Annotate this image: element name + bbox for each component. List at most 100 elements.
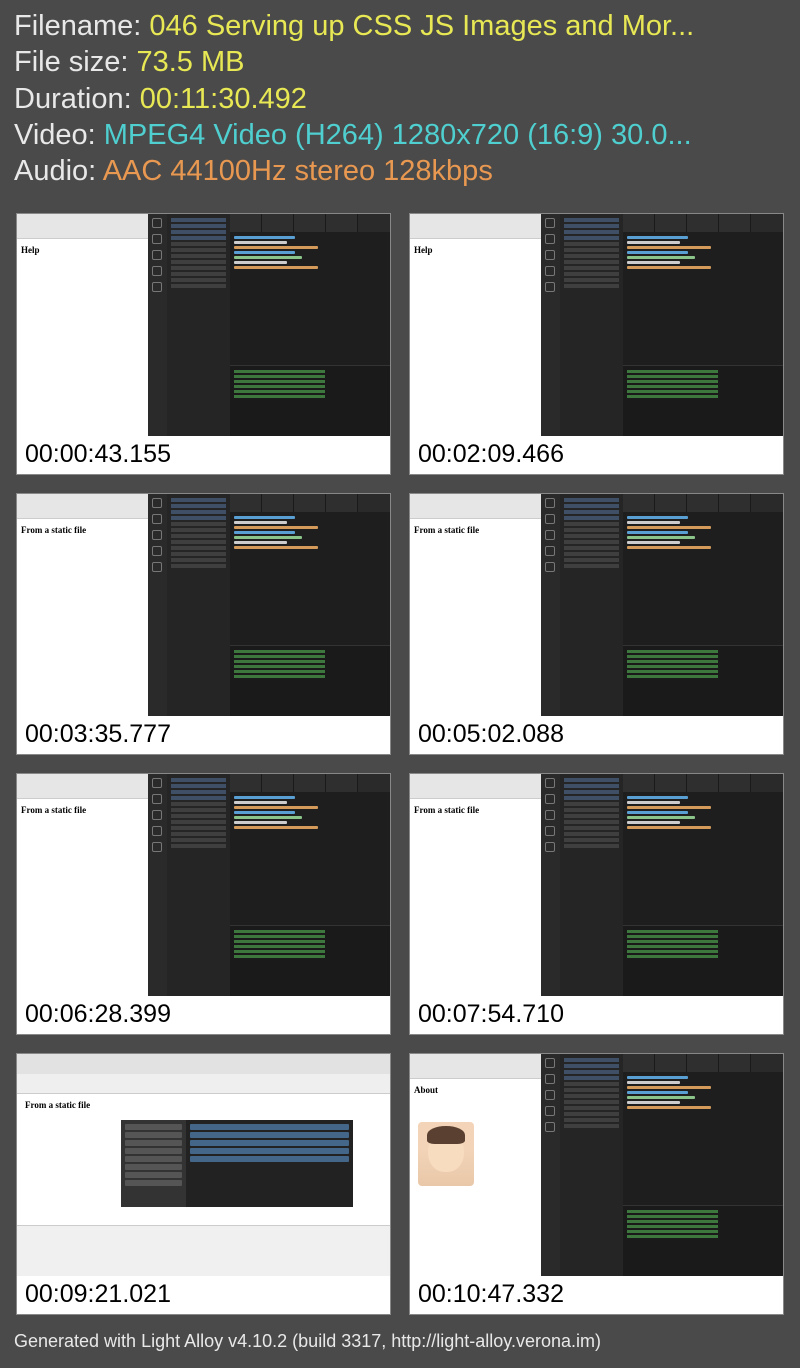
editor-tab xyxy=(687,1054,719,1072)
code-line xyxy=(234,266,318,269)
thumbnail-cell[interactable]: From a static file xyxy=(409,493,784,755)
file-tree-item xyxy=(171,844,226,848)
terminal-line xyxy=(234,380,325,383)
browser-page-heading: From a static file xyxy=(17,1094,390,1116)
file-tree-item xyxy=(564,230,619,234)
vscode-activity-bar xyxy=(541,774,560,996)
terminal-line xyxy=(627,1220,718,1223)
thumbnail-cell[interactable]: From a static file 00:09:21.021 xyxy=(16,1053,391,1315)
debug-icon xyxy=(152,826,162,836)
file-tree-item xyxy=(171,564,226,568)
file-tree-item xyxy=(564,272,619,276)
thumbnail-cell[interactable]: Help xyxy=(409,213,784,475)
vscode-activity-bar xyxy=(541,1054,560,1276)
code-line xyxy=(627,796,688,799)
video-row: Video: MPEG4 Video (H264) 1280x720 (16:9… xyxy=(14,117,786,153)
thumbnail-image: From a static file xyxy=(17,1054,390,1276)
file-tree-item xyxy=(171,802,226,806)
search-icon xyxy=(545,234,555,244)
search-icon xyxy=(545,514,555,524)
vscode-editor-group xyxy=(623,214,783,436)
terminal-line xyxy=(234,390,325,393)
extensions-icon xyxy=(152,562,162,572)
thumbnail-timestamp: 00:05:02.088 xyxy=(410,716,783,754)
explorer-icon xyxy=(545,1058,555,1068)
file-tree-item xyxy=(564,796,619,800)
file-tree-item xyxy=(171,838,226,842)
terminal-line xyxy=(234,930,325,933)
thumbnail-cell[interactable]: About xyxy=(409,1053,784,1315)
file-tree-item xyxy=(171,534,226,538)
file-tree-item xyxy=(564,254,619,258)
debug-icon xyxy=(545,826,555,836)
file-tree-item xyxy=(564,1058,619,1062)
code-line xyxy=(627,251,688,254)
code-line xyxy=(627,546,711,549)
terminal-line xyxy=(234,650,325,653)
finder-sidebar-item xyxy=(125,1148,182,1154)
thumbnail-cell[interactable]: From a static file xyxy=(409,773,784,1035)
file-tree-item xyxy=(564,1070,619,1074)
finder-sidebar-item xyxy=(125,1132,182,1138)
code-line xyxy=(234,816,302,819)
terminal-line xyxy=(627,380,718,383)
explorer-icon xyxy=(545,218,555,228)
file-tree-item xyxy=(564,504,619,508)
file-tree-item xyxy=(171,814,226,818)
code-line xyxy=(234,536,302,539)
file-tree-item xyxy=(171,230,226,234)
file-tree-item xyxy=(564,1064,619,1068)
code-line xyxy=(234,811,295,814)
code-line xyxy=(627,521,680,524)
file-tree-item xyxy=(171,254,226,258)
vscode-activity-bar xyxy=(148,494,167,716)
code-line xyxy=(627,1106,711,1109)
vscode-window xyxy=(148,494,390,716)
vscode-window xyxy=(541,494,783,716)
file-tree-item xyxy=(171,808,226,812)
debug-icon xyxy=(152,266,162,276)
profile-photo xyxy=(418,1122,474,1186)
thumbnail-timestamp: 00:09:21.021 xyxy=(17,1276,390,1314)
file-tree-item xyxy=(171,510,226,514)
git-icon xyxy=(152,250,162,260)
thumbnail-timestamp: 00:02:09.466 xyxy=(410,436,783,474)
thumbnail-image: From a static file xyxy=(17,494,390,716)
file-tree-item xyxy=(564,1100,619,1104)
file-tree-item xyxy=(564,838,619,842)
vscode-tabs xyxy=(623,1054,783,1072)
terminal-line xyxy=(627,385,718,388)
filename-label: Filename: xyxy=(14,10,149,42)
filename-value: 046 Serving up CSS JS Images and Mor... xyxy=(149,10,694,42)
vscode-explorer xyxy=(560,1054,623,1276)
vscode-activity-bar xyxy=(541,494,560,716)
thumbnail-cell[interactable]: From a static file xyxy=(16,493,391,755)
vscode-explorer xyxy=(560,214,623,436)
vscode-terminal xyxy=(623,365,783,436)
terminal-line xyxy=(234,945,325,948)
file-tree-item xyxy=(171,504,226,508)
vscode-editor xyxy=(623,232,783,365)
file-tree-item xyxy=(564,552,619,556)
thumbnail-cell[interactable]: Help xyxy=(16,213,391,475)
video-value: MPEG4 Video (H264) 1280x720 (16:9) 30.0.… xyxy=(104,119,692,151)
code-line xyxy=(234,251,295,254)
terminal-line xyxy=(627,930,718,933)
file-tree-item xyxy=(564,522,619,526)
editor-tab xyxy=(687,774,719,792)
file-tree-item xyxy=(171,778,226,782)
browser-viewport: Help xyxy=(17,239,148,437)
finder-file-item xyxy=(190,1132,349,1138)
vscode-tabs xyxy=(623,774,783,792)
browser-window: From a static file xyxy=(17,1054,390,1276)
terminal-line xyxy=(627,670,718,673)
file-tree-item xyxy=(564,802,619,806)
editor-tab xyxy=(655,214,687,232)
vscode-explorer xyxy=(167,214,230,436)
editor-tab xyxy=(719,774,751,792)
finder-file-item xyxy=(190,1148,349,1154)
code-line xyxy=(627,806,711,809)
file-tree-item xyxy=(564,1088,619,1092)
thumbnail-cell[interactable]: From a static file xyxy=(16,773,391,1035)
code-line xyxy=(234,236,295,239)
